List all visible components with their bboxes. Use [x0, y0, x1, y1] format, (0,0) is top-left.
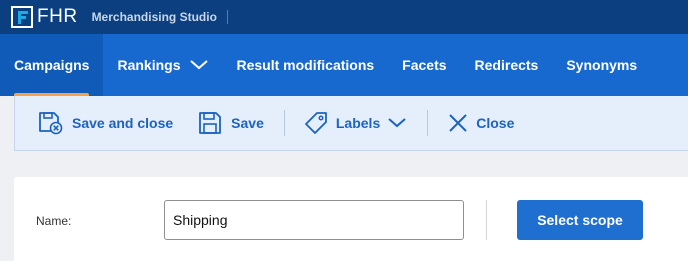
campaign-form: Name: Select scope: [14, 177, 688, 261]
nav-item-synonyms[interactable]: Synonyms: [552, 34, 651, 96]
nav-item-label: Campaigns: [14, 57, 90, 73]
save-and-close-button[interactable]: Save and close: [38, 96, 173, 151]
nav-item-result-modifications[interactable]: Result modifications: [222, 34, 388, 96]
chevron-down-icon: [388, 118, 406, 128]
save-close-icon: [38, 111, 64, 135]
name-label: Name:: [36, 214, 72, 228]
studio-name: Merchandising Studio: [91, 10, 217, 24]
logo-text: FHR: [37, 6, 78, 27]
tag-icon: [304, 111, 328, 135]
toolbar-divider: [427, 110, 429, 136]
nav-item-label: Redirects: [474, 57, 539, 73]
main-nav: Campaigns Rankings Result modifications …: [0, 34, 688, 96]
fhr-logo[interactable]: FHR: [11, 6, 78, 28]
close-icon: [448, 113, 468, 133]
save-and-close-label: Save and close: [72, 115, 174, 131]
name-field[interactable]: [164, 200, 464, 240]
nav-item-label: Rankings: [117, 57, 181, 73]
nav-item-campaigns[interactable]: Campaigns: [0, 34, 104, 96]
appbar-divider: [226, 10, 228, 24]
logo-icon: [11, 6, 33, 28]
nav-item-redirects[interactable]: Redirects: [461, 34, 553, 96]
close-button[interactable]: Close: [448, 96, 514, 151]
toolbar: Save and close Save Labels Close: [14, 96, 688, 151]
nav-item-label: Result modifications: [236, 57, 375, 73]
chevron-down-icon: [190, 60, 209, 70]
labels-label: Labels: [335, 115, 381, 131]
nav-item-facets[interactable]: Facets: [388, 34, 460, 96]
select-scope-button[interactable]: Select scope: [517, 200, 643, 240]
save-label: Save: [231, 115, 264, 131]
save-icon: [198, 111, 222, 135]
save-button[interactable]: Save: [198, 96, 264, 151]
labels-button[interactable]: Labels: [304, 96, 406, 151]
nav-item-label: Synonyms: [566, 57, 638, 73]
form-divider: [486, 200, 487, 240]
nav-item-label: Facets: [402, 57, 447, 73]
toolbar-divider: [283, 110, 285, 136]
nav-item-rankings[interactable]: Rankings: [103, 34, 222, 96]
close-label: Close: [476, 115, 515, 131]
app-bar: FHR Merchandising Studio: [0, 0, 688, 34]
